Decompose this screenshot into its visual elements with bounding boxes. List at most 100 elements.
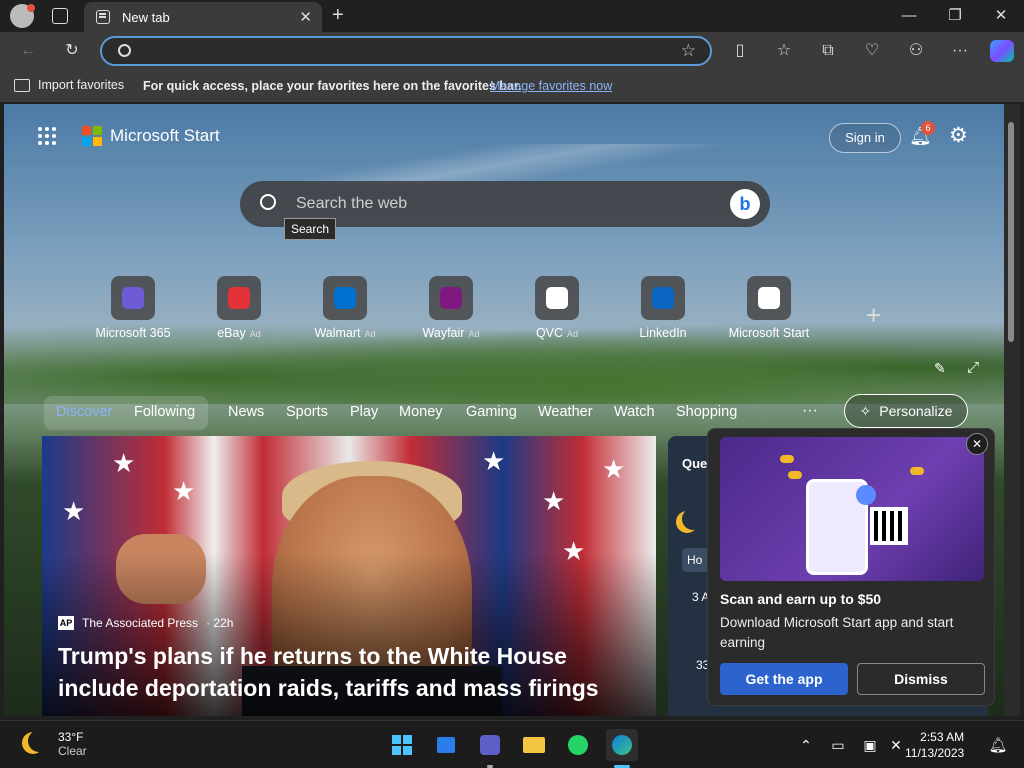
nav-tab-weather[interactable]: Weather [538,404,593,420]
close-popup-icon[interactable]: ✕ [966,433,988,455]
search-icon [118,44,131,57]
nav-tab-sports[interactable]: Sports [286,404,328,420]
nav-tab-following[interactable]: Following [134,404,195,420]
collections-icon[interactable]: ⧉ [814,38,842,64]
edit-background-icon[interactable]: ✎ [934,360,946,377]
more-categories-icon[interactable]: ··· [802,402,818,420]
quick-link-tile[interactable]: Walmart Ad [300,276,390,340]
whatsapp-icon[interactable] [562,729,594,761]
nav-tab-money[interactable]: Money [399,404,443,420]
address-input[interactable] [142,43,662,61]
side-card-title: Que [682,456,708,471]
moon-icon [28,730,50,752]
split-screen-icon[interactable]: ▯ [726,38,754,64]
app-launcher-icon[interactable] [38,127,56,145]
weather-temp: 33°F [58,730,84,744]
brand-name: Microsoft Start [110,126,220,145]
walmart-icon [323,276,367,320]
quick-link-tile[interactable]: Wayfair Ad [406,276,496,340]
personalize-button[interactable]: ✧ Personalize [844,394,968,428]
minimize-button[interactable]: — [889,4,929,28]
restore-button[interactable]: ❐ [935,4,975,28]
linkedin-icon [641,276,685,320]
weather-widget[interactable]: 33°F Clear [20,730,87,758]
app-badge-icon [856,485,876,505]
feed-nav-bar: Discover Following News Sports Play Money Gami… [38,392,978,432]
quick-link-label: Microsoft Start [728,326,810,340]
file-explorer-icon[interactable] [518,729,550,761]
scrollbar-thumb[interactable] [1008,122,1014,342]
profile-alert-dot [27,4,35,12]
hero-headline[interactable]: Trump's plans if he returns to the White… [58,640,638,704]
back-button[interactable]: ← [14,38,42,64]
teams-icon[interactable] [474,729,506,761]
hero-source: AP The Associated Press · 22h [58,616,233,630]
import-favorites-label: Import favorites [38,78,125,92]
coin-icon [910,467,924,475]
quick-link-tile[interactable]: eBay Ad [194,276,284,340]
settings-gear-icon[interactable]: ⚙ [949,123,968,148]
microsoft-logo-icon [82,126,102,146]
dismiss-button[interactable]: Dismiss [857,663,985,695]
refresh-button[interactable]: ↻ [58,38,86,64]
extensions-icon[interactable]: ⚇ [902,38,930,64]
close-tab-icon[interactable]: ✕ [299,8,312,26]
brand-header: Microsoft Start [38,126,220,146]
show-hidden-icons-icon[interactable]: ⌃ [790,729,822,761]
nav-tab-play[interactable]: Play [350,404,378,420]
bing-chat-icon[interactable]: b [730,189,760,219]
manage-favorites-link[interactable]: Manage favorites now [490,79,612,93]
close-window-button[interactable]: ✕ [981,4,1021,28]
moon-icon [682,508,704,530]
favorite-star-icon[interactable]: ☆ [681,41,696,61]
nav-tab-watch[interactable]: Watch [614,404,655,420]
hero-source-name: The Associated Press [82,616,199,630]
search-placeholder: Search the web [296,195,408,212]
add-shortcut-icon[interactable]: + [866,300,881,331]
browser-essentials-icon[interactable]: ♡ [858,38,886,64]
ap-logo-icon: AP [58,616,74,630]
tab-actions-icon[interactable] [52,8,68,24]
quick-link-tile[interactable]: LinkedIn [618,276,708,340]
nav-tab-news[interactable]: News [228,404,264,420]
start-button[interactable] [386,729,418,761]
expand-icon[interactable]: ⤢ [967,359,979,376]
nav-tab-discover[interactable]: Discover [56,404,112,420]
wayfair-icon [429,276,473,320]
quick-link-tile[interactable]: Microsoft 365 [88,276,178,340]
new-tab-page: Microsoft Start Sign in 🔔︎ 6 ⚙ Search th… [4,104,1004,716]
page-scrollbar[interactable] [1004,104,1020,716]
battery-icon[interactable]: ▭ [822,729,854,761]
quick-link-label: Microsoft 365 [95,326,171,340]
search-icon[interactable] [260,194,276,210]
notification-center-icon[interactable]: 🔔︎ [982,729,1014,761]
quick-link-tile[interactable]: QVC Ad [512,276,602,340]
microsoft-start-icon [747,276,791,320]
tab-new-tab[interactable]: New tab ✕ [84,2,322,32]
notification-badge: 6 [921,121,935,135]
clock[interactable]: 2:53 AM 11/13/2023 [905,729,964,761]
quick-link-label: eBay [217,326,246,340]
favorites-bar-message: For quick access, place your favorites h… [143,79,522,93]
personalize-label: Personalize [879,403,953,419]
coin-icon [788,471,802,479]
import-favorites-button[interactable]: Import favorites [14,78,124,92]
quick-link-label: QVC [535,326,564,340]
get-the-app-button[interactable]: Get the app [720,663,848,695]
search-tooltip: Search [284,218,337,240]
quick-link-label: LinkedIn [639,326,687,340]
popup-title: Scan and earn up to $50 [720,591,882,607]
nav-tab-shopping[interactable]: Shopping [676,404,737,420]
edge-icon[interactable] [606,729,638,761]
nav-tab-gaming[interactable]: Gaming [466,404,517,420]
favorites-icon[interactable]: ☆ [770,38,798,64]
address-bar[interactable]: ☆ [100,36,712,66]
sign-in-button[interactable]: Sign in [829,123,901,153]
personalize-icon: ✧ [859,402,872,419]
more-menu-icon[interactable]: ··· [946,38,974,64]
store-icon[interactable] [430,729,462,761]
hero-news-card[interactable]: ★ ★ ★ ★ ★ ★ ★ AP The Associated Press · … [42,436,656,716]
copilot-icon[interactable] [990,40,1014,62]
new-tab-button[interactable]: + [332,4,344,27]
quick-link-tile[interactable]: Microsoft Start [724,276,814,340]
